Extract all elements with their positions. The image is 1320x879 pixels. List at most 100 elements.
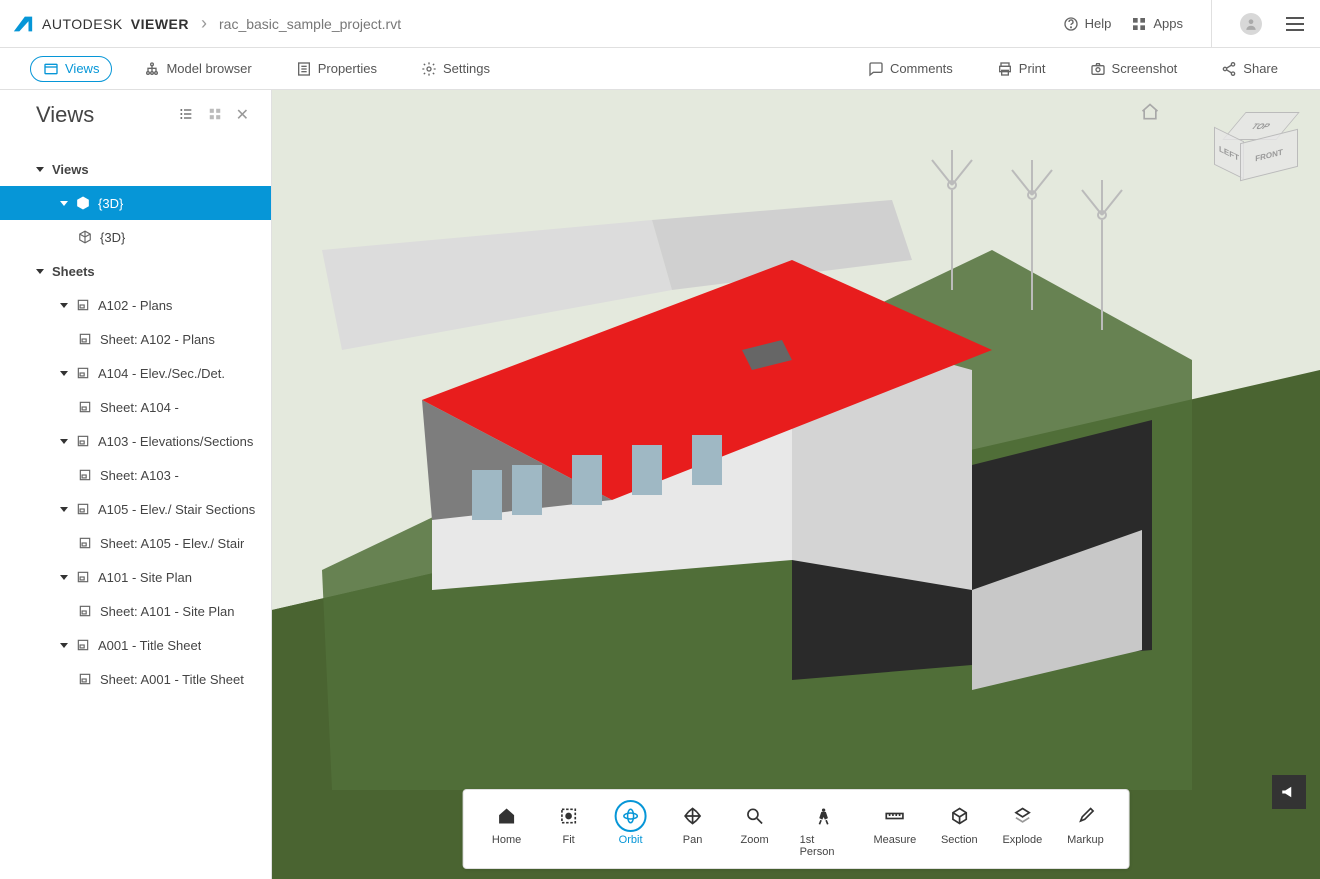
properties-icon — [296, 61, 312, 77]
tool-first-person[interactable]: 1st Person — [786, 794, 862, 864]
tree-group-sheets[interactable]: Sheets — [0, 254, 271, 288]
tree-sheet-item[interactable]: A103 - Elevations/Sections — [0, 424, 271, 458]
section-icon — [949, 806, 969, 826]
tab-model-browser-label: Model browser — [166, 61, 251, 76]
fit-icon — [559, 806, 579, 826]
tab-settings-label: Settings — [443, 61, 490, 76]
burger-line-icon — [1286, 17, 1304, 19]
sheet-icon — [78, 400, 92, 414]
tool-zoom[interactable]: Zoom — [724, 794, 786, 864]
tool-orbit[interactable]: Orbit — [600, 794, 662, 864]
tree-group-label: Sheets — [52, 264, 95, 279]
tree-sheet-item[interactable]: A001 - Title Sheet — [0, 628, 271, 662]
viewer-toolbar: Home Fit Orbit Pan Zoom 1st Person — [463, 789, 1130, 869]
brand-text-1: AUTODESK — [42, 16, 123, 32]
sidebar: Views ✕ Views {3D} {3D} — [0, 90, 272, 879]
divider — [1211, 0, 1212, 48]
tree-item-label: Sheet: A101 - Site Plan — [100, 604, 234, 619]
grid-view-icon[interactable] — [208, 107, 222, 124]
ruler-icon — [885, 806, 905, 826]
tree-sheet-item[interactable]: A101 - Site Plan — [0, 560, 271, 594]
tree-item-label: A001 - Title Sheet — [98, 638, 201, 653]
tool-label: 1st Person — [800, 834, 848, 858]
avatar[interactable] — [1240, 13, 1262, 35]
caret-down-icon — [60, 371, 68, 376]
tree-sheet-child[interactable]: Sheet: A102 - Plans — [0, 322, 271, 356]
comments-button[interactable]: Comments — [856, 57, 965, 81]
home-view-icon[interactable] — [1140, 102, 1160, 125]
tool-label: Measure — [873, 834, 916, 846]
share-button[interactable]: Share — [1209, 57, 1290, 81]
tree-item-label: Sheet: A103 - — [100, 468, 179, 483]
viewport-3d[interactable]: TOP LEFT FRONT Home Fit Orbit Pan — [272, 90, 1320, 879]
megaphone-icon — [1280, 783, 1298, 801]
filename[interactable]: rac_basic_sample_project.rvt — [219, 16, 401, 32]
chevron-right-icon: › — [201, 13, 207, 34]
tool-fit[interactable]: Fit — [538, 794, 600, 864]
help-label: Help — [1085, 16, 1112, 31]
brand-text-2: VIEWER — [131, 16, 189, 32]
tree-sheet-child[interactable]: Sheet: A103 - — [0, 458, 271, 492]
views-tree: Views {3D} {3D} Sheets A102 - Plans Sheet… — [0, 140, 271, 696]
tree-sheet-child[interactable]: Sheet: A101 - Site Plan — [0, 594, 271, 628]
menu-button[interactable] — [1282, 13, 1308, 35]
screenshot-button[interactable]: Screenshot — [1078, 57, 1190, 81]
help-icon — [1063, 16, 1079, 32]
caret-down-icon — [60, 575, 68, 580]
tab-properties[interactable]: Properties — [284, 57, 389, 81]
explode-icon — [1012, 806, 1032, 826]
close-icon[interactable]: ✕ — [236, 105, 249, 125]
tree-sheet-child[interactable]: Sheet: A104 - — [0, 390, 271, 424]
tree-item-label: A102 - Plans — [98, 298, 172, 313]
tool-pan[interactable]: Pan — [662, 794, 724, 864]
tree-sheet-item[interactable]: A102 - Plans — [0, 288, 271, 322]
apps-button[interactable]: Apps — [1131, 16, 1183, 32]
tree-item-label: A105 - Elev./ Stair Sections — [98, 502, 255, 517]
share-icon — [1221, 61, 1237, 77]
tree-item-label: Sheet: A102 - Plans — [100, 332, 215, 347]
announcements-button[interactable] — [1272, 775, 1306, 809]
tree-item-3d[interactable]: {3D} — [0, 220, 271, 254]
app-header: AUTODESK VIEWER › rac_basic_sample_proje… — [0, 0, 1320, 48]
list-view-icon[interactable] — [178, 106, 194, 125]
tab-views[interactable]: Views — [30, 56, 112, 82]
tool-section[interactable]: Section — [928, 794, 990, 864]
tree-sheet-item[interactable]: A105 - Elev./ Stair Sections — [0, 492, 271, 526]
apps-label: Apps — [1153, 16, 1183, 31]
print-label: Print — [1019, 61, 1046, 76]
tool-explode[interactable]: Explode — [990, 794, 1054, 864]
comment-icon — [868, 61, 884, 77]
tool-home[interactable]: Home — [476, 794, 538, 864]
tool-measure[interactable]: Measure — [861, 794, 928, 864]
help-button[interactable]: Help — [1063, 16, 1112, 32]
tree-sheet-child[interactable]: Sheet: A001 - Title Sheet — [0, 662, 271, 696]
tree-item-3d-selected[interactable]: {3D} — [0, 186, 271, 220]
tree-item-label: Sheet: A104 - — [100, 400, 179, 415]
main-toolbar: Views Model browser Properties Settings … — [0, 48, 1320, 90]
brand[interactable]: AUTODESK VIEWER — [12, 13, 189, 35]
caret-down-icon — [60, 201, 68, 206]
tree-icon — [144, 61, 160, 77]
tree-sheet-item[interactable]: A104 - Elev./Sec./Det. — [0, 356, 271, 390]
views-icon — [43, 61, 59, 77]
gear-icon — [421, 61, 437, 77]
tool-markup[interactable]: Markup — [1054, 794, 1116, 864]
apps-icon — [1131, 16, 1147, 32]
sheet-icon — [76, 298, 90, 312]
tree-sheet-child[interactable]: Sheet: A105 - Elev./ Stair — [0, 526, 271, 560]
tree-item-label: A103 - Elevations/Sections — [98, 434, 253, 449]
tree-item-label: A101 - Site Plan — [98, 570, 192, 585]
caret-down-icon — [60, 643, 68, 648]
tool-label: Markup — [1067, 834, 1104, 846]
tool-label: Fit — [562, 834, 574, 846]
header-right: Help Apps — [1063, 0, 1308, 48]
tool-label: Explode — [1002, 834, 1042, 846]
tab-settings[interactable]: Settings — [409, 57, 502, 81]
body: Views ✕ Views {3D} {3D} — [0, 90, 1320, 879]
viewcube[interactable]: TOP LEFT FRONT — [1208, 106, 1298, 196]
print-button[interactable]: Print — [985, 57, 1058, 81]
sheet-icon — [78, 468, 92, 482]
tree-group-views[interactable]: Views — [0, 152, 271, 186]
sidebar-header: Views ✕ — [0, 90, 271, 140]
tab-model-browser[interactable]: Model browser — [132, 57, 263, 81]
